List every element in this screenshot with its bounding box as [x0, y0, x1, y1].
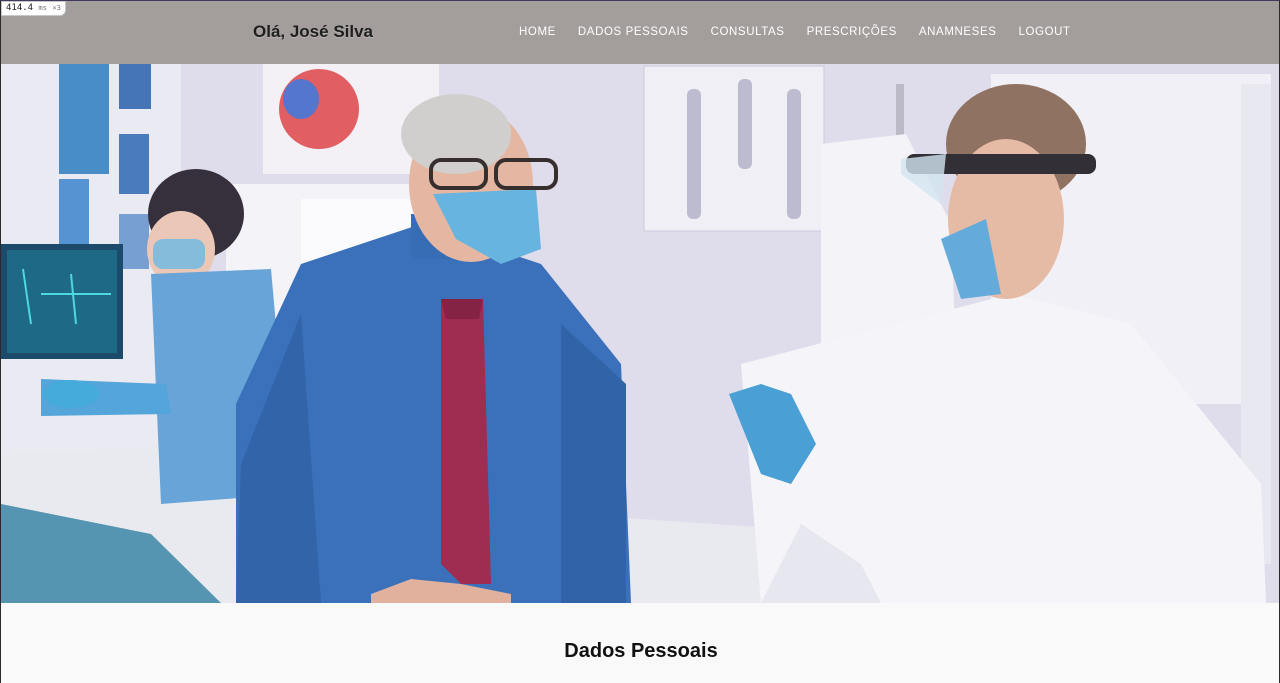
- timing-badge: 414.4 ms ×3: [1, 1, 66, 16]
- nav-anamneses[interactable]: ANAMNESES: [919, 26, 997, 38]
- user-greeting[interactable]: Olá, José Silva: [253, 22, 373, 42]
- main-nav: HOME DADOS PESSOAIS CONSULTAS PRESCRIÇÕE…: [519, 26, 1071, 38]
- timing-value: 414.4: [6, 3, 34, 13]
- nav-consultas[interactable]: CONSULTAS: [711, 26, 785, 38]
- nav-prescricoes[interactable]: PRESCRIÇÕES: [807, 26, 897, 38]
- page: 414.4 ms ×3 Olá, José Silva HOME DADOS P…: [0, 0, 1280, 683]
- hero-illustration: [1, 64, 1279, 603]
- top-navbar: Olá, José Silva HOME DADOS PESSOAIS CONS…: [1, 1, 1279, 64]
- timing-unit: ms: [38, 4, 47, 12]
- nav-home[interactable]: HOME: [519, 26, 556, 38]
- section-title: Dados Pessoais: [564, 640, 718, 663]
- hero-image: [1, 64, 1279, 603]
- nav-logout[interactable]: LOGOUT: [1019, 26, 1071, 38]
- timing-multiplier: ×3: [52, 4, 61, 12]
- nav-dados-pessoais[interactable]: DADOS PESSOAIS: [578, 26, 689, 38]
